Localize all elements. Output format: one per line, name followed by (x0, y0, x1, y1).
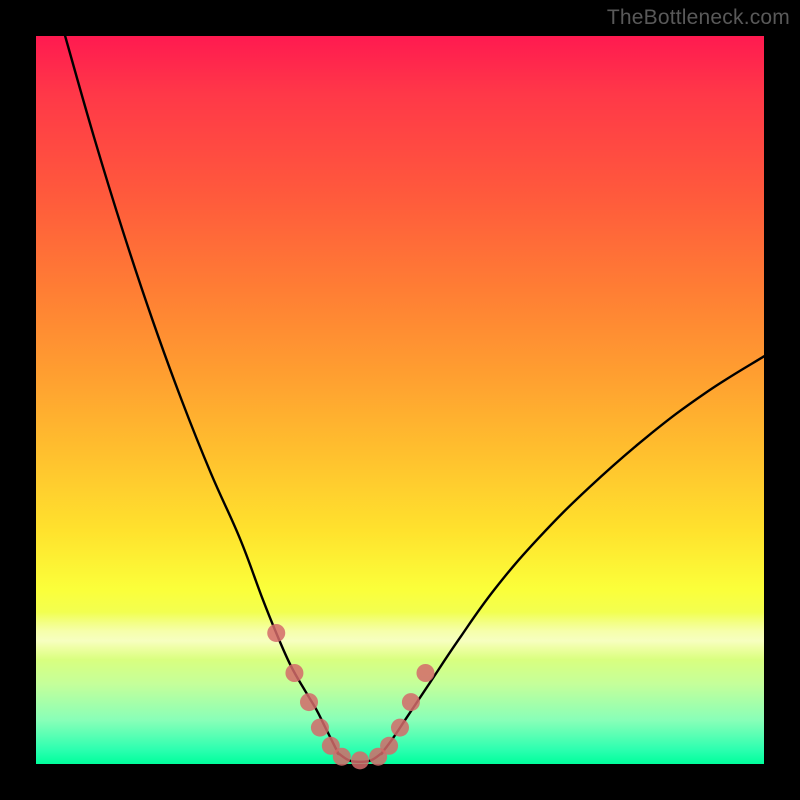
curve-marker (416, 664, 434, 682)
watermark-text: TheBottleneck.com (607, 6, 790, 30)
curve-marker (391, 719, 409, 737)
chart-svg (36, 36, 764, 764)
curve-marker (311, 719, 329, 737)
curve-marker (300, 693, 318, 711)
chart-plot-area (36, 36, 764, 764)
curve-markers (267, 624, 434, 769)
curve-marker (351, 751, 369, 769)
curve-marker (402, 693, 420, 711)
curve-marker (267, 624, 285, 642)
bottleneck-curve (65, 36, 764, 762)
curve-marker (333, 748, 351, 766)
bottleneck-curve-path (65, 36, 764, 762)
curve-marker (285, 664, 303, 682)
curve-marker (380, 737, 398, 755)
chart-stage: TheBottleneck.com (0, 0, 800, 800)
